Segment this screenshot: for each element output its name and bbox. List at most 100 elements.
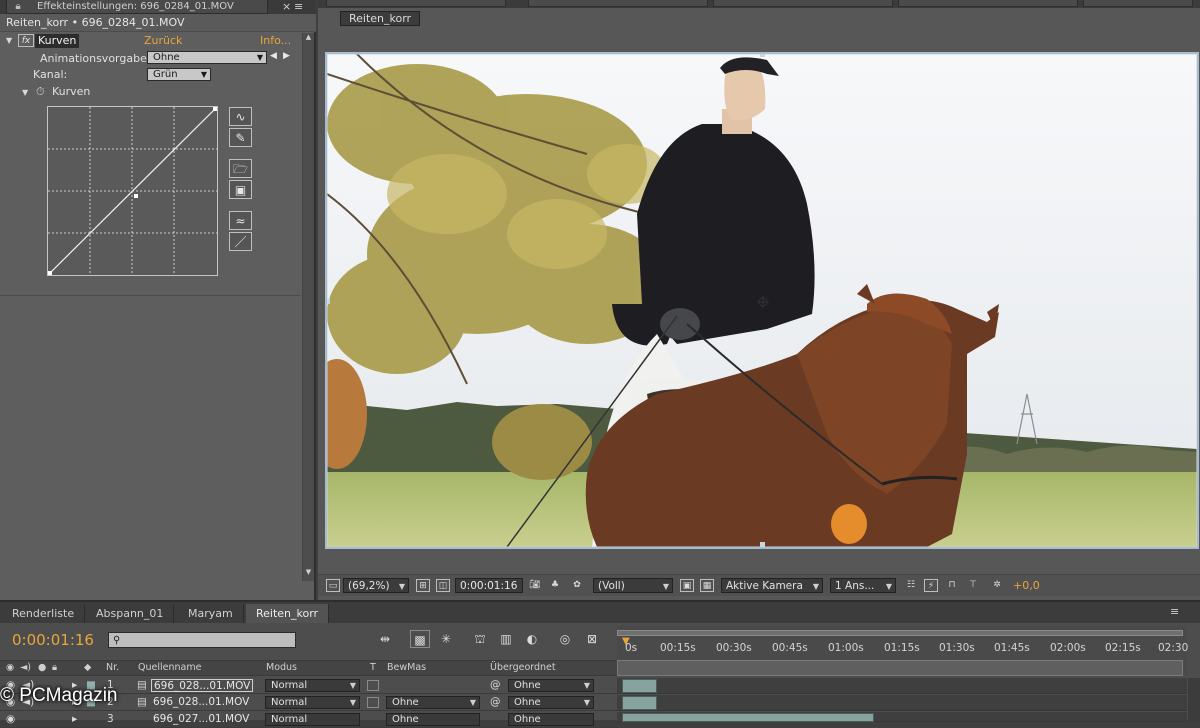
previous-preset-icon[interactable]: ◀ [270,51,277,61]
search-icon: ⚲ [113,635,121,646]
layer-duration-bar[interactable] [622,696,657,710]
panel-menu-icon[interactable]: ≡ [1170,605,1179,618]
flowchart-icon[interactable]: ⊤ [966,579,980,592]
effect-name[interactable]: Kurven [35,34,80,48]
lock-icon[interactable]: 🔒︎ [52,662,57,673]
breadcrumb[interactable]: Reiten_korr [340,11,421,26]
layer-source-name[interactable]: 696_028...01.MOV [151,679,254,692]
open-folder-icon[interactable]: 🗁︎ [229,159,252,178]
tab-other[interactable] [1083,0,1193,7]
animation-preset-dropdown[interactable]: Ohne ▼ [147,51,267,64]
scroll-up-icon[interactable]: ▲ [303,33,314,43]
parent-dropdown[interactable]: Ohne ▼ [508,696,594,709]
blend-mode-dropdown[interactable]: Normal ▼ [265,696,360,709]
pick-whip-icon[interactable]: @ [490,696,501,708]
tab-abspann[interactable]: Abspann_01 [86,604,175,623]
channel-dropdown[interactable]: Grün ▼ [147,68,211,81]
effect-controls-tab[interactable]: Effekteinstellungen: 696_0284_01.MOV [6,0,268,14]
resolution-dropdown[interactable]: (Voll) ▼ [593,578,673,593]
stopwatch-icon[interactable]: ⏱︎ [36,85,45,99]
visibility-icon[interactable]: ◉ [6,662,14,673]
safe-zones-icon[interactable]: ⊞ [416,579,430,592]
live-update-icon[interactable]: ▩ [410,630,430,648]
exposure-value[interactable]: +0,0 [1013,579,1040,592]
next-preset-icon[interactable]: ▶ [283,51,290,61]
curve-point[interactable] [213,107,217,111]
composition-viewer[interactable] [325,52,1199,549]
tab-composition[interactable] [326,0,506,7]
timeline-current-time[interactable]: 0:00:01:16 [12,631,94,649]
curve-point[interactable] [134,194,138,198]
search-input[interactable]: ⚲ [108,632,296,648]
layer-duration-bar[interactable] [622,679,657,693]
solo-icon[interactable]: ● [38,662,46,673]
composition-mini-flowchart-icon[interactable]: ⇹ [375,630,395,648]
tab-footage[interactable] [713,0,893,7]
column-source-name[interactable]: Quellenname [138,662,201,673]
time-ruler[interactable]: ▼ 0s 00:15s 00:30s 00:45s 01:00s 01:15s … [617,626,1188,676]
region-of-interest-icon[interactable]: ▣ [680,579,694,592]
view-layout-dropdown[interactable]: 1 Ans... ▼ [830,578,896,593]
zoom-dropdown[interactable]: (69,2%) ▼ [343,578,409,593]
layer-source-name[interactable]: 696_028...01.MOV [151,696,251,709]
preserve-transparency-checkbox[interactable] [367,697,379,708]
tab-maryam[interactable]: Maryam [178,604,244,623]
fx-toggle[interactable]: fx [18,34,34,47]
pencil-tool-icon[interactable]: ✎ [229,128,252,147]
tab-render-queue[interactable]: Renderliste [2,604,86,623]
camera-dropdown[interactable]: Aktive Kamera ▼ [721,578,823,593]
reset-linear-icon[interactable]: ／ [229,232,252,251]
reset-exposure-icon[interactable]: ✲ [990,579,1004,592]
transparency-grid-icon[interactable]: ▦ [700,579,714,592]
blend-mode-dropdown[interactable]: Normal ▼ [265,679,360,692]
color-channels-icon[interactable]: ✿ [570,579,584,592]
scroll-down-icon[interactable]: ▼ [303,568,314,578]
layer-track[interactable] [617,678,1187,694]
layer-track[interactable] [617,695,1187,711]
lock-icon[interactable]: 🔒︎ [12,1,24,13]
fast-previews-icon[interactable]: ⚡︎ [924,579,938,592]
audio-icon[interactable]: ◄) [20,662,31,673]
layer-track[interactable] [617,712,1187,722]
frame-blending-icon[interactable]: ▥ [496,630,516,648]
curves-graph[interactable] [47,106,218,276]
tab-flowchart[interactable] [898,0,1078,7]
pick-whip-icon[interactable]: @ [490,679,501,691]
expand-triangle-icon[interactable]: ▼ [6,36,12,45]
snapshot-icon[interactable]: 📷︎ [528,579,542,592]
reset-link[interactable]: Zurück [144,34,182,47]
parent-dropdown[interactable]: Ohne ▼ [508,679,594,692]
show-snapshot-icon[interactable]: ♣ [548,579,562,592]
track-matte-dropdown[interactable]: Ohne ▼ [386,696,480,709]
scrollbar[interactable] [1188,678,1200,722]
bezier-curve-tool-icon[interactable]: ∿ [229,107,252,126]
always-preview-icon[interactable]: ▭ [326,579,340,592]
chevron-down-icon: ▼ [885,582,892,591]
graph-editor-icon[interactable]: ⊠ [582,630,602,648]
pixel-aspect-icon[interactable]: ☷ [904,579,918,592]
hide-shy-layers-icon[interactable]: ⛫ [470,630,490,648]
timeline-icon[interactable]: ⊓ [945,579,959,592]
about-link[interactable]: Info... [260,34,291,47]
save-icon[interactable]: ▣ [229,180,252,199]
smooth-icon[interactable]: ≈ [229,211,252,230]
label-icon[interactable]: ◆ [84,662,91,673]
motion-blur-icon[interactable]: ◐ [522,630,542,648]
expand-triangle-icon[interactable]: ▼ [22,88,28,97]
time-navigator[interactable] [617,660,1183,676]
footage-icon: ▤ [137,696,147,708]
close-icon[interactable]: × [282,0,291,13]
tab-reiten-korr[interactable]: Reiten_korr [246,604,330,623]
mask-visibility-icon[interactable]: ◫ [436,579,450,592]
work-area-bar[interactable] [617,630,1183,636]
chevron-down-icon: ▼ [662,582,669,591]
scrollbar[interactable]: ▲ ▼ [302,33,314,581]
draft-3d-icon[interactable]: ✳ [436,630,456,648]
panel-menu-icon[interactable]: ≡ [294,0,303,13]
current-time-field[interactable]: 0:00:01:16 [455,578,523,593]
tab-layer[interactable] [528,0,708,7]
preserve-transparency-checkbox[interactable] [367,680,379,691]
brainstorm-icon[interactable]: ◎ [555,630,575,648]
curve-point[interactable] [48,271,52,275]
layer-duration-bar[interactable] [622,713,874,722]
